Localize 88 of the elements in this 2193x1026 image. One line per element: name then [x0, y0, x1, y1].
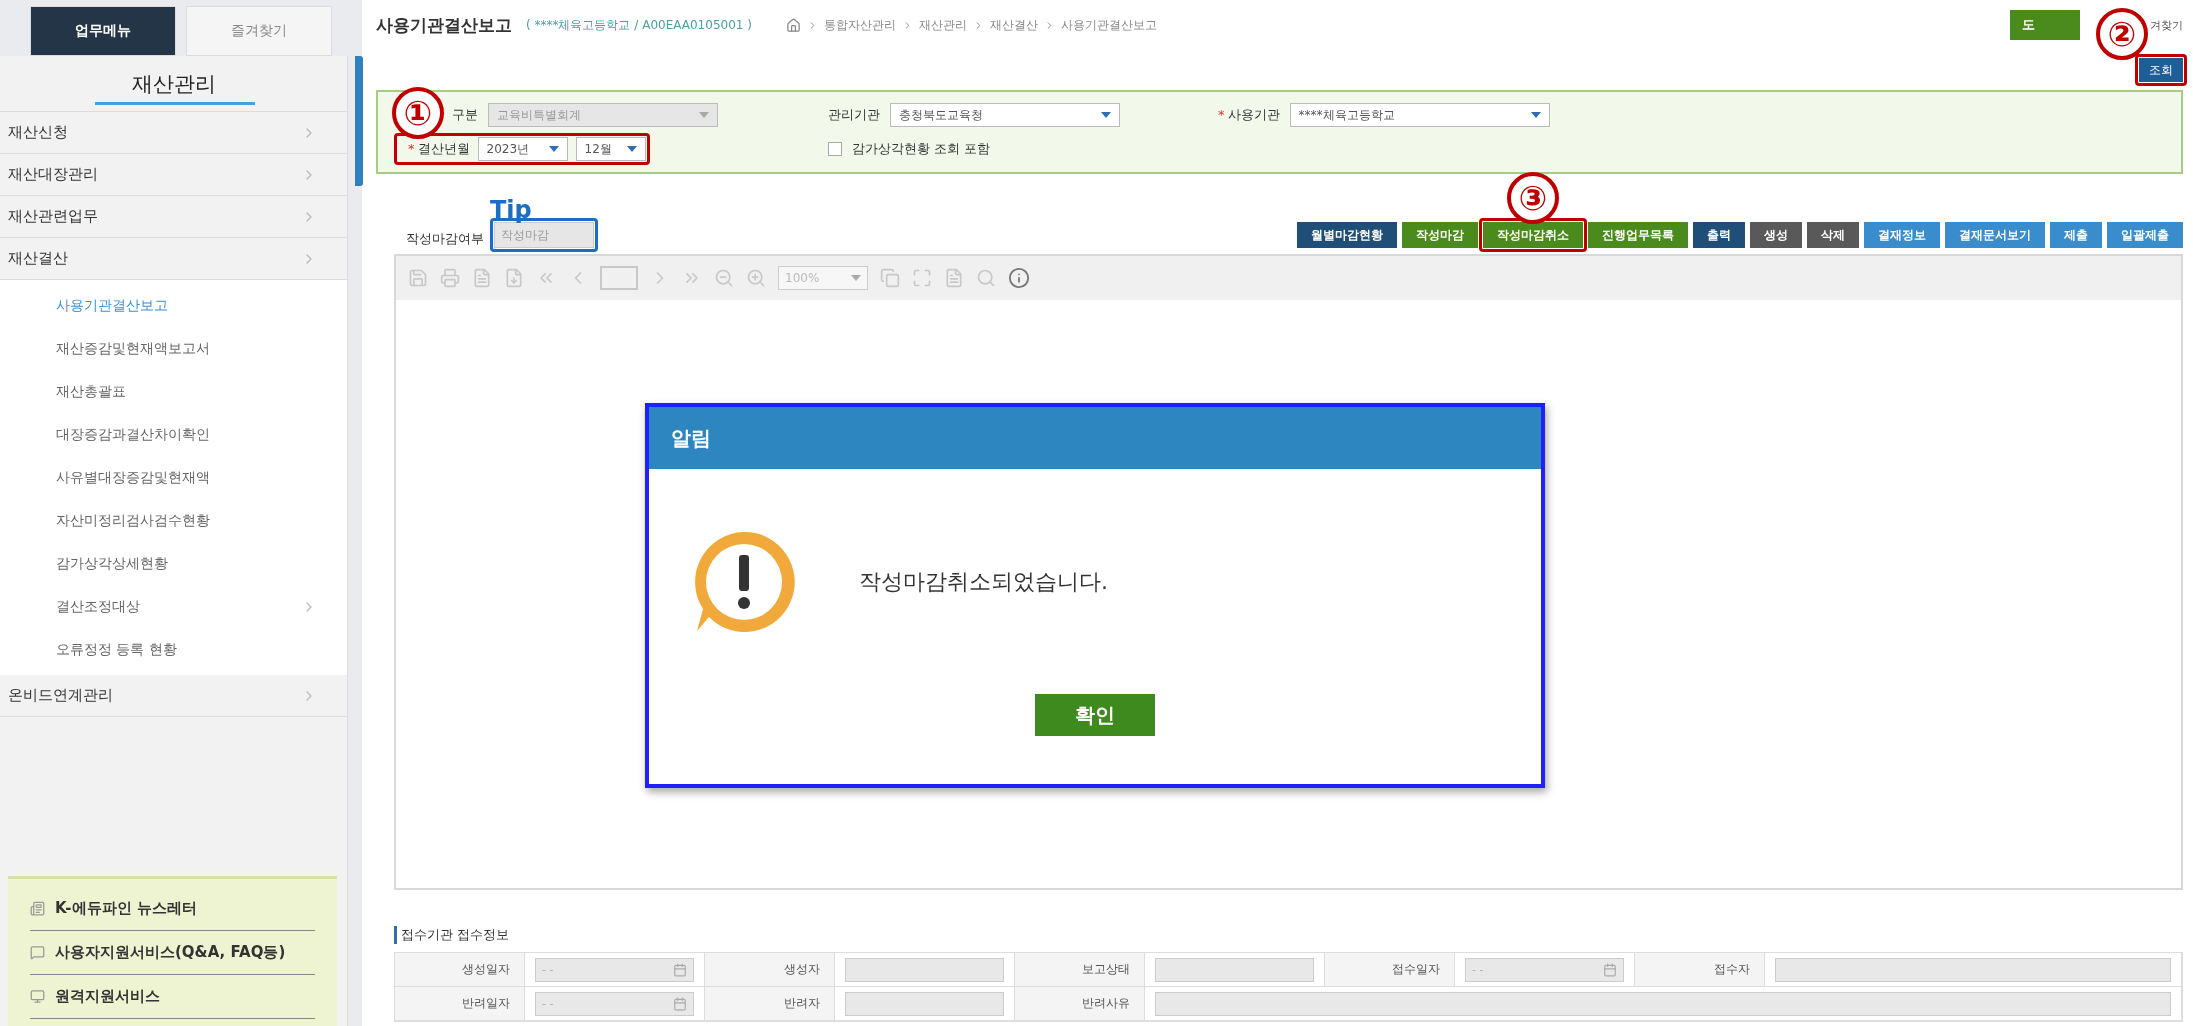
- action-button[interactable]: 생성: [1750, 222, 1802, 248]
- filter-label: * 결산년월: [408, 140, 470, 158]
- help-link[interactable]: 사용자지원서비스(Q&A, FAQ등): [30, 931, 315, 975]
- input-field[interactable]: [845, 957, 1004, 982]
- status-field: 작성마감: [494, 222, 594, 248]
- zoom-out-icon[interactable]: [714, 268, 734, 288]
- filter-label: 관리기관: [828, 106, 880, 124]
- menu-item[interactable]: 사용기관결산보고: [0, 284, 347, 327]
- dialog-message: 작성마감취소되었습니다.: [859, 567, 1108, 596]
- page-title: 사용기관결산보고: [376, 13, 512, 37]
- field-label: 접수일자: [1325, 953, 1455, 986]
- breadcrumb-item[interactable]: 재산관리: [918, 16, 967, 34]
- field-label: 반려자: [705, 987, 835, 1020]
- select-field[interactable]: ****체육고등학교: [1289, 103, 1550, 127]
- favorites-link[interactable]: 겨찾기: [2150, 17, 2183, 33]
- org-info: ( ****체육고등학교 / A00EAA0105001 ): [526, 16, 752, 34]
- breadcrumb-item[interactable]: 통합자산관리: [823, 16, 896, 34]
- step-number: ③: [1507, 172, 1559, 224]
- checkbox[interactable]: [828, 142, 842, 156]
- document-icon[interactable]: [944, 268, 964, 288]
- filter-label: 구분: [452, 106, 478, 124]
- search-button[interactable]: 조회: [2139, 58, 2183, 82]
- link-icon: [30, 989, 45, 1004]
- menu-item[interactable]: 결산조정대상: [0, 585, 347, 628]
- link-icon: [30, 901, 45, 916]
- export-icon[interactable]: [504, 268, 524, 288]
- confirm-button[interactable]: 확인: [1035, 694, 1155, 736]
- input-field[interactable]: [845, 991, 1004, 1016]
- zoom-in-icon[interactable]: [746, 268, 766, 288]
- action-button[interactable]: 제출: [2050, 222, 2102, 248]
- filter-label: * 사용기관: [1218, 106, 1280, 124]
- copy-icon[interactable]: [880, 268, 900, 288]
- menu-item[interactable]: 재산증감및현재액보고서: [0, 327, 347, 370]
- field-label: 반려사유: [1015, 987, 1145, 1020]
- dialog-title: 알림: [671, 424, 711, 452]
- input-field[interactable]: [1155, 991, 2171, 1016]
- tip-label: Tip: [490, 198, 532, 222]
- search-icon[interactable]: [976, 268, 996, 288]
- breadcrumb-item[interactable]: 재산결산: [989, 16, 1038, 34]
- action-button[interactable]: 삭제: [1807, 222, 1859, 248]
- action-button[interactable]: 진행업무목록: [1588, 222, 1688, 248]
- year-select[interactable]: 2023년: [477, 137, 568, 161]
- field-label: 보고상태: [1015, 953, 1145, 986]
- action-button[interactable]: 작성마감취소: [1483, 222, 1583, 248]
- action-button[interactable]: 월별마감현황: [1297, 222, 1397, 248]
- field-label: 접수자: [1635, 953, 1765, 986]
- section-title: 접수기관 접수정보: [394, 926, 2183, 944]
- field-label: 생성일자: [395, 953, 525, 986]
- field-label: 생성자: [705, 953, 835, 986]
- select-field[interactable]: 충청북도교육청: [890, 103, 1120, 127]
- help-link[interactable]: K-에듀파인 뉴스레터: [30, 887, 315, 931]
- page-field[interactable]: [600, 266, 638, 290]
- month-select[interactable]: 12월: [575, 137, 646, 161]
- calendar-icon[interactable]: [673, 996, 687, 1011]
- calendar-icon[interactable]: [1603, 962, 1617, 977]
- save-icon[interactable]: [408, 268, 428, 288]
- home-icon[interactable]: [785, 17, 801, 33]
- info-icon[interactable]: [1008, 267, 1030, 289]
- step-number: ②: [2096, 8, 2148, 60]
- collapse-handle[interactable]: [355, 56, 363, 186]
- breadcrumb-item[interactable]: 사용기관결산보고: [1060, 16, 1157, 34]
- status-label: 작성마감여부: [406, 230, 484, 248]
- action-button[interactable]: 결재문서보기: [1945, 222, 2045, 248]
- menu-tab[interactable]: 업무메뉴: [30, 6, 176, 56]
- menu-item[interactable]: 오류정정 등록 현황: [0, 628, 347, 671]
- fit-icon[interactable]: [912, 268, 932, 288]
- action-button[interactable]: 일괄제출: [2107, 222, 2183, 248]
- calendar-icon[interactable]: [673, 962, 687, 977]
- menu-tab[interactable]: 즐겨찾기: [186, 6, 332, 56]
- field-label: 반려일자: [395, 987, 525, 1020]
- menu-item[interactable]: 대장증감과결산차이확인: [0, 413, 347, 456]
- action-button[interactable]: 작성마감: [1402, 222, 1478, 248]
- link-icon: [30, 945, 45, 960]
- menu-item[interactable]: 자산미정리검사검수현황: [0, 499, 347, 542]
- action-button[interactable]: 결재정보: [1864, 222, 1940, 248]
- menu-title: 재산관리: [131, 70, 216, 98]
- checkbox-label: 감가상각현황 조회 포함: [852, 140, 991, 158]
- step-number: ①: [392, 87, 444, 139]
- menu-item[interactable]: 감가상각상세현황: [0, 542, 347, 585]
- help-button[interactable]: 도: [2010, 10, 2080, 40]
- help-link[interactable]: 원격지원서비스: [30, 975, 315, 1019]
- print-icon[interactable]: [440, 268, 460, 288]
- menu-item[interactable]: 재산총괄표: [0, 370, 347, 413]
- document-icon[interactable]: [472, 268, 492, 288]
- action-button[interactable]: 출력: [1693, 222, 1745, 248]
- input-field[interactable]: [1155, 957, 1314, 982]
- input-field[interactable]: [1775, 957, 2171, 982]
- menu-item[interactable]: 사유별대장증감및현재액: [0, 456, 347, 499]
